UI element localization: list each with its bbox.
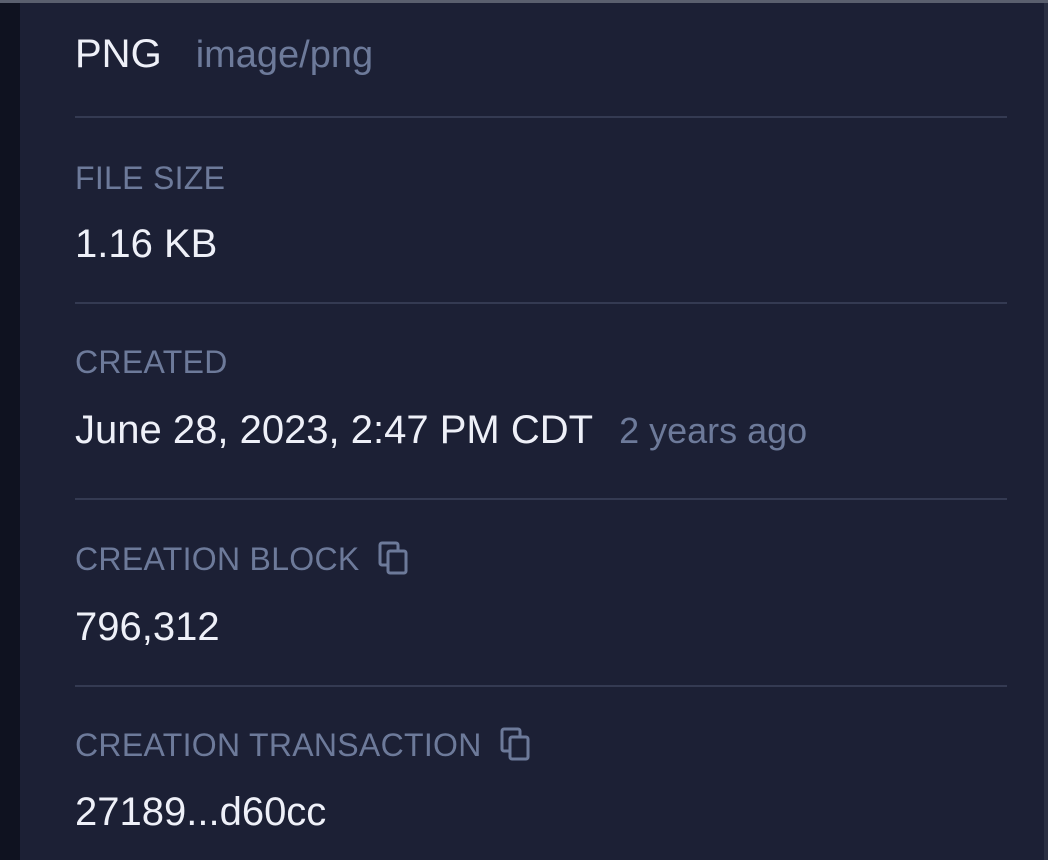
creation-transaction-label: CREATION TRANSACTION	[75, 726, 532, 764]
left-scroll-strip	[0, 3, 20, 860]
creation-block-value: 796,312	[75, 603, 220, 651]
content-mime-type: image/png	[195, 34, 374, 76]
created-timestamp: June 28, 2023, 2:47 PM CDT	[75, 408, 594, 452]
divider	[75, 116, 1007, 118]
creation-transaction-label-text: CREATION TRANSACTION	[75, 727, 482, 763]
file-size-label: FILE SIZE	[75, 159, 225, 197]
divider	[75, 498, 1007, 500]
file-size-value: 1.16 KB	[75, 220, 217, 268]
creation-block-value-text: 796,312	[75, 605, 220, 649]
created-label: CREATED	[75, 343, 228, 381]
created-value-row: June 28, 2023, 2:47 PM CDT 2 years ago	[75, 406, 807, 455]
file-size-label-text: FILE SIZE	[75, 160, 226, 196]
creation-block-label-text: CREATION BLOCK	[75, 541, 360, 577]
content-type-row: PNG image/png	[75, 30, 373, 79]
content-format: PNG	[75, 32, 162, 76]
copy-icon[interactable]	[500, 727, 532, 763]
creation-transaction-value-text[interactable]: 27189...d60cc	[75, 788, 326, 836]
window-top-border	[0, 0, 1048, 3]
created-label-text: CREATED	[75, 344, 228, 380]
divider	[75, 685, 1007, 687]
copy-icon[interactable]	[378, 541, 410, 577]
creation-transaction-value[interactable]: 27189...d60cc	[75, 788, 326, 836]
created-relative-time: 2 years ago	[619, 410, 808, 451]
file-size-value-text: 1.16 KB	[75, 222, 218, 266]
divider	[75, 302, 1007, 304]
right-panel-edge	[1044, 3, 1048, 860]
creation-block-label: CREATION BLOCK	[75, 540, 410, 578]
